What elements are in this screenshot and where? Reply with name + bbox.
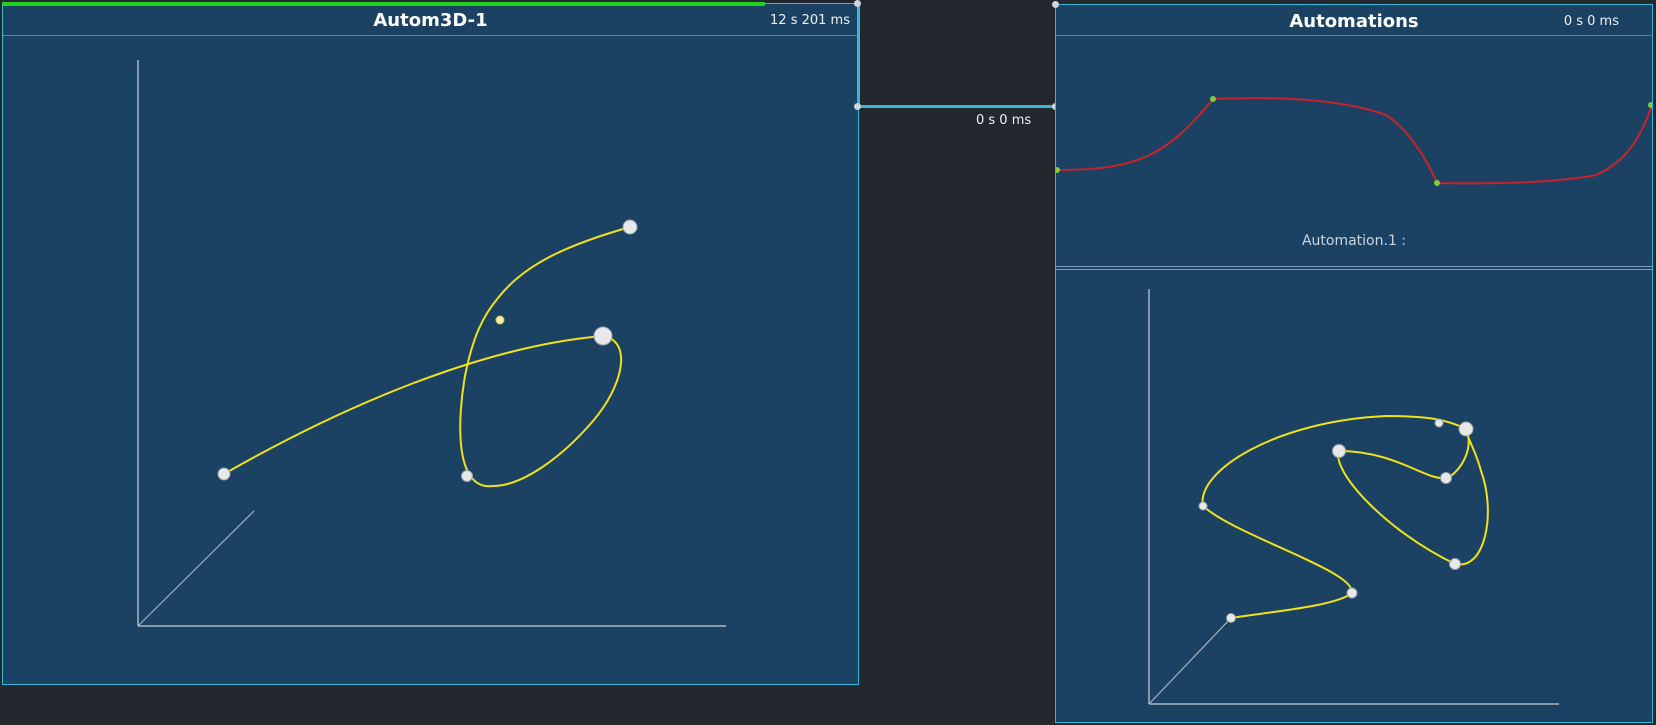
- port-dot-icon[interactable]: [854, 103, 861, 110]
- automation-curve: [1056, 97, 1652, 185]
- automation-point: [1056, 167, 1060, 173]
- control-point-handle: [217, 467, 231, 481]
- control-point-handle: [1226, 613, 1236, 623]
- 3d-curve: [223, 226, 631, 488]
- automation-track-label: Automation.1 :: [1301, 233, 1407, 249]
- control-point-handle: [1332, 444, 1346, 458]
- automation-3d-view[interactable]: [1056, 271, 1652, 721]
- z-axis: [1148, 617, 1232, 705]
- track-separator-top: [1056, 266, 1652, 267]
- port-dot-icon[interactable]: [1052, 1, 1059, 8]
- control-point-handle: [1346, 587, 1358, 599]
- control-point-handle: [1434, 418, 1444, 428]
- automation-point: [1210, 96, 1216, 102]
- cable-time-label: 0 s 0 ms: [976, 113, 1032, 128]
- track-separator-bottom: [1056, 269, 1652, 270]
- automation-point: [1434, 180, 1440, 186]
- playback-progress-bar: [2, 2, 765, 6]
- autom3d-box[interactable]: Autom3D-1 12 s 201 ms: [2, 3, 859, 685]
- connection-cable-horizontal[interactable]: [857, 105, 1057, 108]
- control-point-handle: [461, 470, 473, 482]
- control-point-handle: [593, 326, 613, 346]
- autom3d-title: Autom3D-1: [373, 10, 488, 31]
- connection-cable-vertical: [857, 4, 860, 107]
- control-point-handle: [622, 219, 638, 235]
- z-axis: [137, 510, 255, 627]
- control-point-handle: [1440, 472, 1452, 484]
- automation-point: [1648, 102, 1652, 108]
- port-dot-icon[interactable]: [854, 0, 861, 7]
- autom3d-time: 12 s 201 ms: [770, 13, 850, 28]
- automations-title-separator: [1056, 35, 1652, 36]
- control-point-handle: [495, 315, 505, 325]
- control-point-handle: [1449, 558, 1461, 570]
- control-point-handle: [1198, 501, 1208, 511]
- automations-box[interactable]: Automations 0 s 0 ms Automation.1 :: [1055, 4, 1653, 723]
- control-point-handle: [1458, 421, 1474, 437]
- automations-time: 0 s 0 ms: [1563, 14, 1619, 29]
- 3d-curve: [1201, 414, 1489, 619]
- autom3d-3d-view[interactable]: [3, 36, 858, 684]
- automations-title: Automations: [1289, 11, 1419, 32]
